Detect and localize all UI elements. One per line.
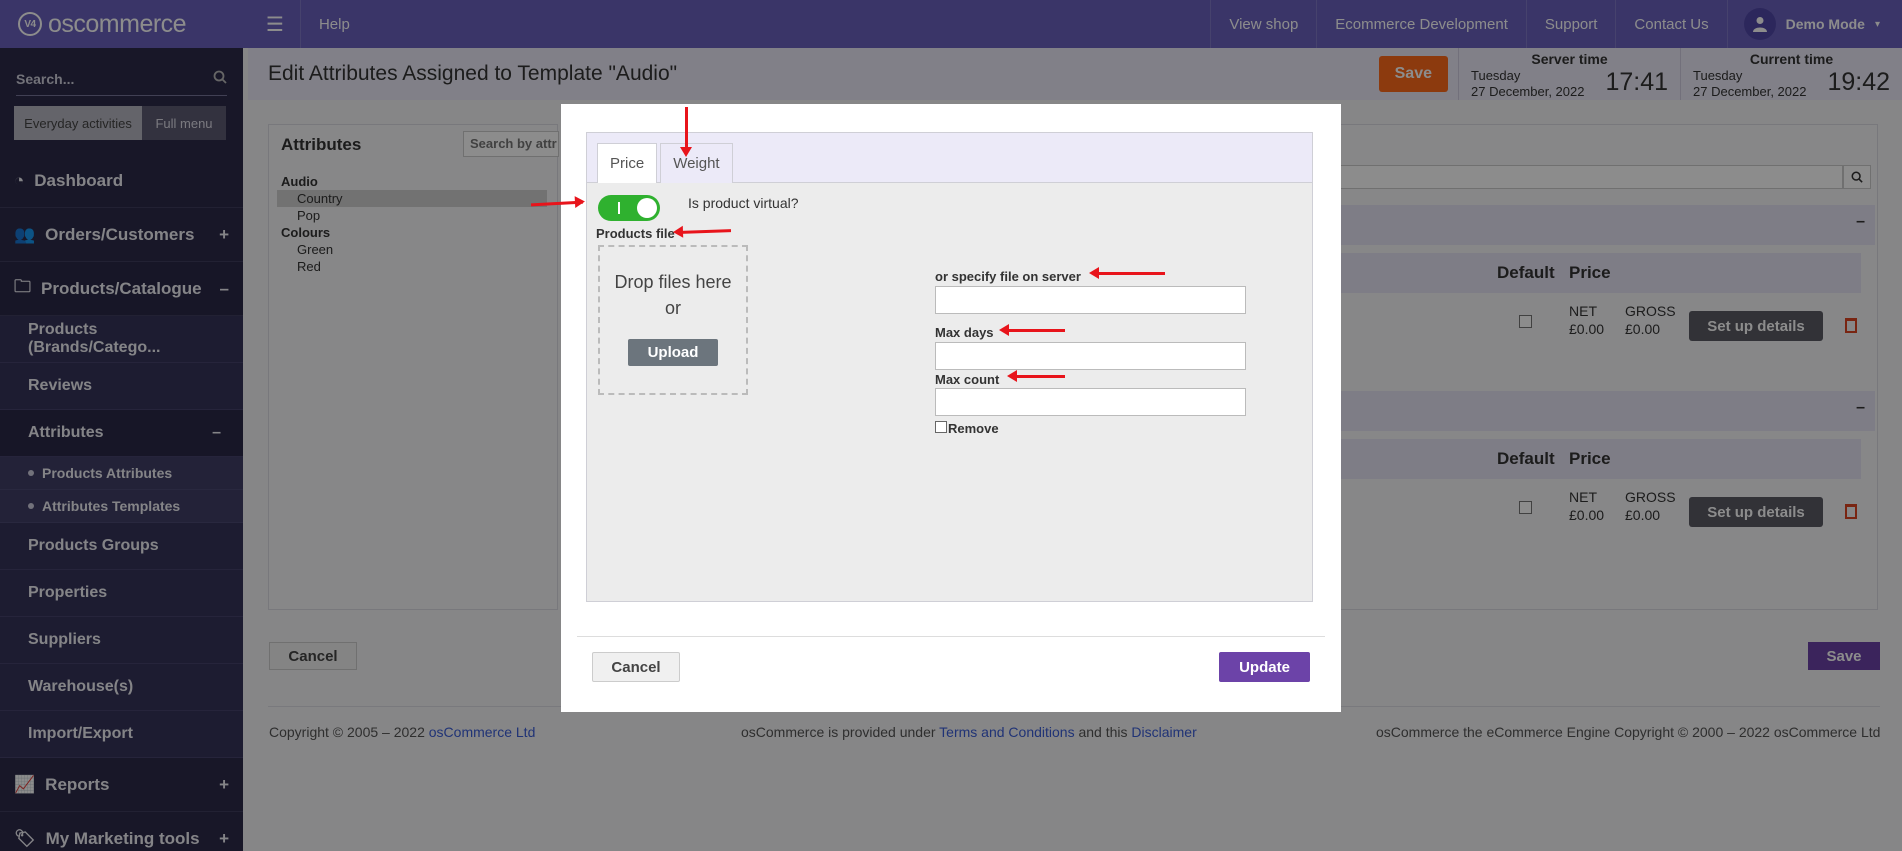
toggle-on-icon bbox=[618, 202, 620, 214]
remove-label: Remove bbox=[948, 421, 999, 436]
modal-update-button[interactable]: Update bbox=[1219, 652, 1310, 682]
virtual-toggle[interactable] bbox=[598, 195, 660, 221]
modal-divider bbox=[577, 636, 1325, 637]
virtual-product-modal: Price Weight Is product virtual? Product… bbox=[530, 104, 1341, 712]
dropzone-line-1: Drop files here bbox=[614, 272, 732, 292]
annotation-arrow-max-days bbox=[999, 324, 1065, 336]
max-count-input[interactable] bbox=[935, 388, 1246, 416]
products-file-label: Products file bbox=[596, 226, 675, 241]
tab-weight[interactable]: Weight bbox=[660, 143, 733, 183]
server-file-input[interactable] bbox=[935, 286, 1246, 314]
file-dropzone[interactable]: Drop files here or Upload bbox=[598, 245, 748, 395]
modal-tabs: Price Weight bbox=[587, 133, 1312, 183]
upload-button[interactable]: Upload bbox=[628, 339, 718, 366]
virtual-label: Is product virtual? bbox=[688, 195, 799, 211]
modal-cancel-button[interactable]: Cancel bbox=[592, 652, 680, 682]
max-days-label: Max days bbox=[935, 325, 994, 340]
remove-checkbox[interactable] bbox=[935, 421, 947, 433]
specify-file-label: or specify file on server bbox=[935, 269, 1081, 284]
dropzone-text: Drop files here or bbox=[600, 269, 746, 321]
annotation-arrow-specify-file bbox=[1089, 267, 1165, 279]
annotation-arrow-weight bbox=[680, 107, 692, 157]
toggle-knob bbox=[637, 198, 657, 218]
max-count-label: Max count bbox=[935, 372, 1000, 387]
tab-price[interactable]: Price bbox=[597, 143, 658, 183]
modal-body: Price Weight Is product virtual? Product… bbox=[586, 132, 1313, 602]
annotation-arrow-max-count bbox=[1007, 370, 1065, 382]
max-days-input[interactable] bbox=[935, 342, 1246, 370]
dropzone-line-2: or bbox=[664, 298, 681, 318]
